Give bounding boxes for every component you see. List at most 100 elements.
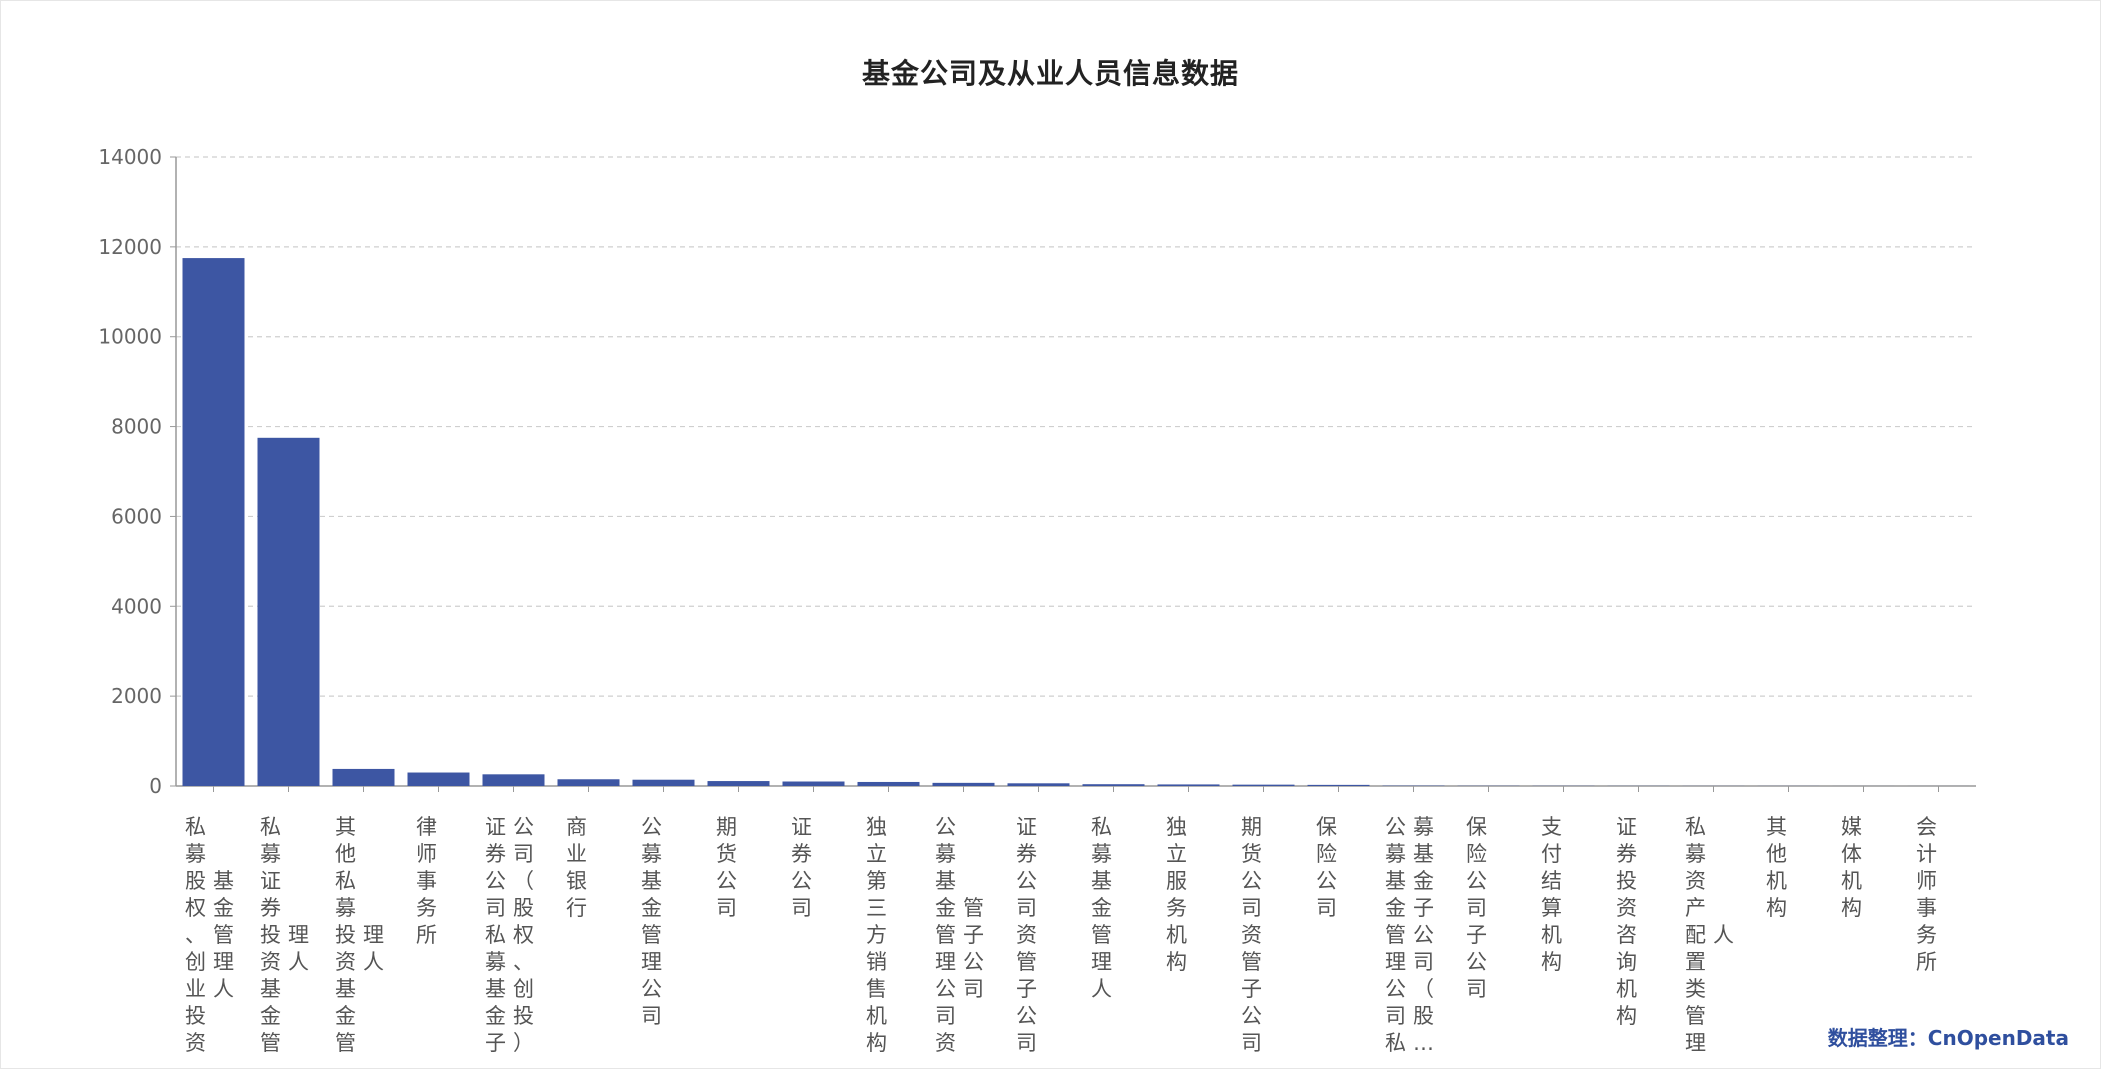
svg-text:司: 司 — [1241, 1031, 1262, 1055]
svg-text:理: 理 — [363, 923, 384, 947]
bar-chart: 02000400060008000100001200014000 私募股权、创业… — [98, 145, 1976, 1055]
svg-text:子: 子 — [1413, 896, 1434, 920]
x-tick-label: 商业银行 — [566, 815, 587, 920]
svg-text:、: 、 — [185, 923, 206, 947]
x-tick-label: 支付结算机构 — [1541, 815, 1562, 974]
svg-text:私: 私 — [185, 815, 206, 839]
svg-text:服: 服 — [1166, 869, 1187, 893]
bar — [782, 781, 845, 786]
svg-text:资: 资 — [1016, 923, 1037, 947]
svg-text:公: 公 — [1385, 815, 1406, 839]
svg-text:构: 构 — [1841, 896, 1862, 920]
svg-text:基: 基 — [935, 869, 956, 893]
svg-text:三: 三 — [866, 896, 887, 920]
svg-text:配: 配 — [1685, 923, 1706, 947]
svg-text:其: 其 — [1766, 815, 1787, 839]
x-tick-label: 期货公司资管子公司 — [1241, 815, 1262, 1055]
svg-text:资: 资 — [1616, 896, 1637, 920]
svg-text:业: 业 — [185, 977, 206, 1001]
svg-text:师: 师 — [416, 842, 437, 866]
svg-text:公: 公 — [1413, 923, 1434, 947]
svg-text:公: 公 — [513, 815, 534, 839]
svg-text:其: 其 — [335, 815, 356, 839]
svg-text:创: 创 — [513, 977, 534, 1001]
x-tick-label: 证券公司 — [791, 815, 812, 920]
y-tick-label: 6000 — [111, 504, 162, 528]
svg-text:私: 私 — [335, 869, 356, 893]
svg-text:私: 私 — [260, 815, 281, 839]
svg-text:理: 理 — [288, 923, 309, 947]
bar — [1007, 783, 1070, 786]
y-tick-label: 10000 — [98, 325, 162, 349]
svg-text:资: 资 — [935, 1031, 956, 1055]
svg-text:公: 公 — [1316, 869, 1337, 893]
svg-text:公: 公 — [1016, 1004, 1037, 1028]
svg-text:基: 基 — [1091, 869, 1112, 893]
svg-text:人: 人 — [213, 977, 234, 1001]
svg-text:募: 募 — [1413, 815, 1434, 839]
x-tick-label: 证券公司私募基金子 公司 （ 股权、创投 ） — [485, 815, 534, 1055]
svg-text:募: 募 — [1385, 842, 1406, 866]
svg-text:理: 理 — [641, 950, 662, 974]
svg-text:投: 投 — [1616, 869, 1637, 893]
svg-text:证: 证 — [260, 869, 281, 893]
svg-text:权: 权 — [185, 896, 206, 920]
bar — [707, 781, 770, 786]
svg-text:公: 公 — [641, 977, 662, 1001]
svg-text:银: 银 — [566, 869, 587, 893]
svg-text:私: 私 — [1685, 815, 1706, 839]
svg-text:公: 公 — [1241, 1004, 1262, 1028]
svg-text:券: 券 — [1616, 842, 1637, 866]
svg-text:所: 所 — [416, 923, 437, 947]
svg-text:基: 基 — [260, 977, 281, 1001]
svg-text:投: 投 — [260, 923, 281, 947]
svg-text:公: 公 — [1016, 869, 1037, 893]
svg-text:媒: 媒 — [1841, 815, 1862, 839]
svg-text:会: 会 — [1916, 815, 1937, 839]
svg-text:公: 公 — [1466, 950, 1487, 974]
svg-text:第: 第 — [866, 869, 887, 893]
svg-text:创: 创 — [185, 950, 206, 974]
svg-text:独: 独 — [1166, 815, 1187, 839]
svg-text:构: 构 — [1166, 950, 1187, 974]
svg-text:公: 公 — [1466, 869, 1487, 893]
svg-text:管: 管 — [641, 923, 662, 947]
svg-text:保: 保 — [1466, 815, 1487, 839]
svg-text:资: 资 — [185, 1031, 206, 1055]
svg-text:募: 募 — [935, 842, 956, 866]
svg-text:司: 司 — [1385, 1004, 1406, 1028]
svg-text:）: ） — [513, 1031, 534, 1055]
svg-text:所: 所 — [1916, 950, 1937, 974]
svg-text:保: 保 — [1316, 815, 1337, 839]
svg-text:金: 金 — [935, 896, 956, 920]
gridlines — [176, 156, 1976, 697]
svg-text:子: 子 — [485, 1031, 506, 1055]
svg-text:募: 募 — [1685, 842, 1706, 866]
bar — [407, 772, 470, 786]
svg-text:股: 股 — [185, 869, 206, 893]
svg-text:业: 业 — [566, 842, 587, 866]
svg-text:计: 计 — [1916, 842, 1937, 866]
svg-text:理: 理 — [1385, 950, 1406, 974]
svg-text:司: 司 — [1016, 1031, 1037, 1055]
svg-text:投: 投 — [335, 923, 356, 947]
svg-text:产: 产 — [1685, 896, 1706, 920]
svg-text:资: 资 — [1241, 923, 1262, 947]
svg-text:咨: 咨 — [1616, 923, 1637, 947]
x-tick-label: 公募基金管理公司资管子公司 — [935, 815, 984, 1055]
svg-text:司: 司 — [791, 896, 812, 920]
svg-text:私: 私 — [1091, 815, 1112, 839]
svg-text:师: 师 — [1916, 869, 1937, 893]
svg-text:券: 券 — [260, 896, 281, 920]
x-tick-label: 期货公司 — [716, 815, 737, 920]
svg-text:司: 司 — [935, 1004, 956, 1028]
svg-text:管: 管 — [1016, 950, 1037, 974]
svg-text:资: 资 — [260, 950, 281, 974]
svg-text:管: 管 — [335, 1031, 356, 1055]
svg-text:构: 构 — [1766, 896, 1787, 920]
svg-text:金: 金 — [213, 896, 234, 920]
svg-text:司: 司 — [641, 1004, 662, 1028]
svg-text:务: 务 — [1166, 896, 1187, 920]
svg-text:管: 管 — [1385, 923, 1406, 947]
y-tick-label: 14000 — [98, 145, 162, 169]
